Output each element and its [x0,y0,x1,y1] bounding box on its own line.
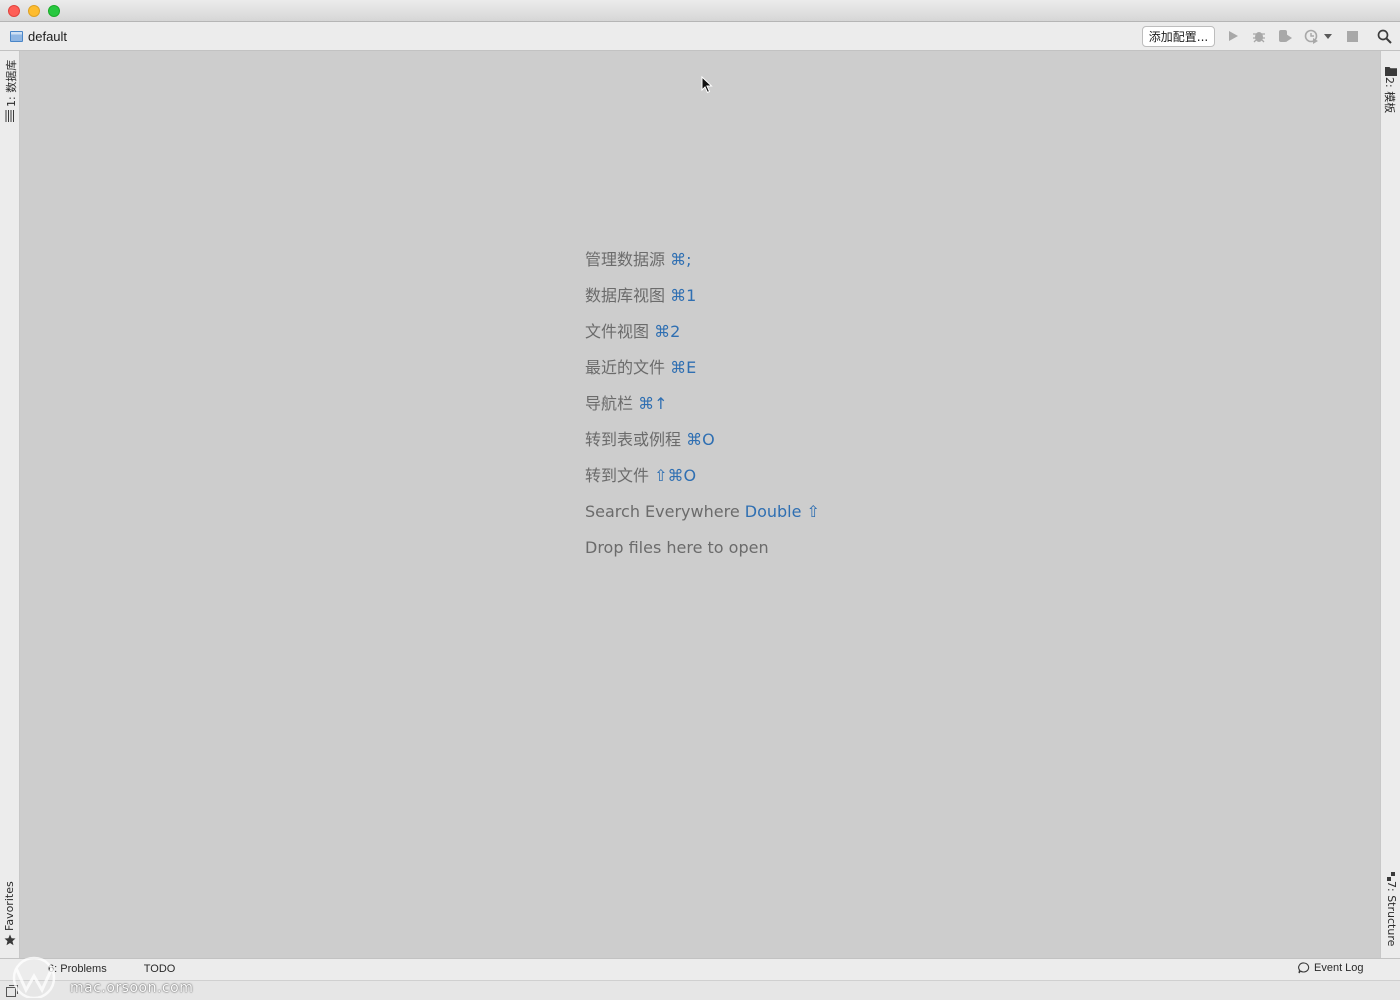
hint-search-everywhere: Search Everywhere Double ⇧ [585,502,820,521]
tab-templates[interactable]: 2: 模板 [1382,77,1398,113]
debug-icon[interactable] [1251,28,1267,44]
add-configuration-button[interactable]: 添加配置... [1142,26,1215,47]
watermark-logo: mac.orsoon.com [6,954,216,1000]
project-breadcrumb[interactable]: default [10,28,67,44]
hint-navigation-bar: 导航栏 ⌘↑ [585,394,668,413]
watermark-emblem-icon [12,956,56,1000]
hint-database-view: 数据库视图 ⌘1 [585,286,697,305]
hint-file-view: 文件视图 ⌘2 [585,322,681,341]
folder-icon [1385,63,1397,76]
hint-recent-files: 最近的文件 ⌘E [585,358,697,377]
event-log-icon [1298,962,1310,974]
title-bar [0,0,1400,22]
star-icon [4,933,16,946]
project-folder-icon [10,30,23,42]
stop-icon[interactable] [1344,28,1360,44]
dropdown-icon[interactable] [1322,28,1334,44]
tab-structure[interactable]: 7: Structure [1385,881,1398,946]
close-window-button[interactable] [8,5,20,17]
hint-drop-files: Drop files here to open [585,538,769,557]
run-icon[interactable] [1225,28,1241,44]
watermark-text: mac.orsoon.com [70,980,194,996]
hint-manage-datasources: 管理数据源 ⌘; [585,250,692,269]
minimize-window-button[interactable] [28,5,40,17]
hint-goto-table: 转到表或例程 ⌘O [585,430,715,449]
tab-favorites[interactable]: Favorites [3,881,16,931]
profile-icon[interactable] [1303,28,1319,44]
left-tool-strip: 1: 数据库 Favorites [0,51,20,958]
search-icon[interactable] [1377,29,1392,44]
event-log-button[interactable]: Event Log [1298,962,1364,974]
empty-editor-hints: 管理数据源 ⌘; 数据库视图 ⌘1 文件视图 ⌘2 最近的文件 ⌘E 导航栏 ⌘… [585,248,820,572]
hint-goto-file: 转到文件 ⇧⌘O [585,466,697,485]
maximize-window-button[interactable] [48,5,60,17]
coverage-icon[interactable] [1277,28,1293,44]
right-tool-strip: 2: 模板 7: Structure [1380,51,1400,958]
database-icon [5,109,15,123]
mouse-cursor-icon [701,75,713,94]
navigation-toolbar: default 添加配置... [0,22,1400,51]
project-name: default [28,28,68,44]
tab-database[interactable]: 1: 数据库 [3,60,19,107]
structure-icon [1386,869,1396,881]
